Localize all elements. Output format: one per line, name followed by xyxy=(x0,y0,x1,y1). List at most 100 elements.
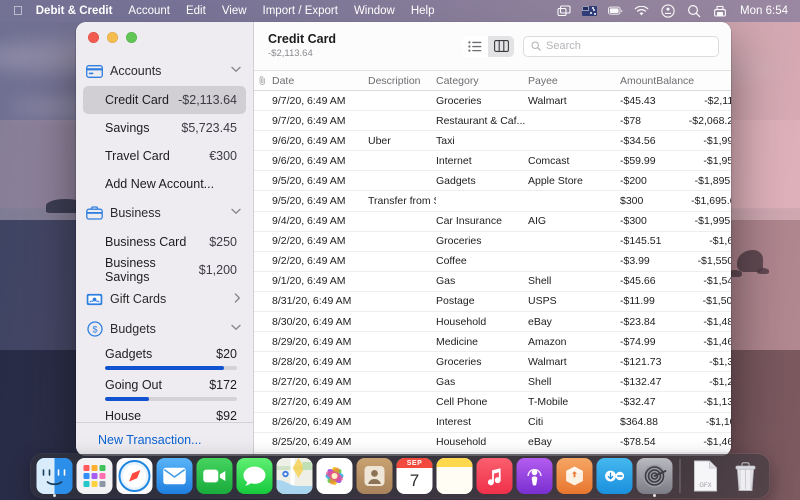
messages-icon xyxy=(243,466,266,486)
launchpad-icon xyxy=(83,465,106,487)
menu-item-import-export[interactable]: Import / Export xyxy=(255,0,346,22)
dock-item-messages[interactable] xyxy=(236,458,273,494)
table-row[interactable]: 8/25/20, 6:49 AM Household eBay -$78.54 -$1,… xyxy=(254,433,731,453)
menu-bar:  Debit & Credit Account Edit View Impor… xyxy=(0,0,800,22)
search-icon xyxy=(531,41,541,51)
wallpaper-rock xyxy=(757,268,769,274)
menu-item-view[interactable]: View xyxy=(214,0,255,22)
dock-item-music[interactable] xyxy=(476,458,513,494)
table-row[interactable]: 8/27/20, 6:49 AM Cell Phone T-Mobile -$32.4… xyxy=(254,392,731,413)
dock-item-notes[interactable] xyxy=(436,458,473,494)
transaction-list[interactable]: 9/7/20, 6:49 AM Groceries Walmart -$45.43 -$… xyxy=(254,91,731,456)
sidebar-group-accounts[interactable]: Accounts xyxy=(76,56,253,86)
sidebar-item-business-card[interactable]: Business Card $250 xyxy=(83,228,246,256)
list-view-icon[interactable] xyxy=(462,35,488,57)
new-transaction-button[interactable]: New Transaction... xyxy=(76,422,253,456)
flag-australia-icon[interactable] xyxy=(582,4,598,18)
budget-item-house[interactable]: House $92 xyxy=(83,406,246,422)
minimize-button[interactable] xyxy=(107,31,118,43)
cell-payee: eBay xyxy=(528,436,552,449)
table-row[interactable]: 8/27/20, 6:49 AM Gas Shell -$132.47 -$1,267.… xyxy=(254,372,731,393)
dock-item-system-preferences[interactable] xyxy=(636,458,673,497)
table-row[interactable]: 9/5/20, 6:49 AM Transfer from S... $300 -$1… xyxy=(254,191,731,212)
sidebar-group-business[interactable]: Business xyxy=(76,198,253,228)
table-row[interactable]: 9/2/20, 6:49 AM Groceries -$145.51 -$1,695.… xyxy=(254,232,731,252)
dock-item-photos[interactable] xyxy=(316,458,353,494)
table-row[interactable]: 9/5/20, 6:49 AM Gadgets Apple Store -$200 -$… xyxy=(254,171,731,192)
column-header-amount[interactable]: Amount xyxy=(620,75,656,87)
table-row[interactable]: 8/31/20, 6:49 AM Postage USPS -$11.99 -$1,50… xyxy=(254,292,731,313)
budget-item-gadgets[interactable]: Gadgets $20 xyxy=(83,344,246,375)
chevron-down-icon[interactable] xyxy=(231,324,241,334)
control-center-icon[interactable] xyxy=(660,4,675,18)
menu-item-window[interactable]: Window xyxy=(346,0,403,22)
dock-item-contacts[interactable] xyxy=(356,458,393,494)
table-row[interactable]: 9/4/20, 6:49 AM Car Insurance AIG -$300 -$1,… xyxy=(254,212,731,232)
cell-payee: Apple Store xyxy=(528,174,583,187)
chevron-down-icon[interactable] xyxy=(231,66,241,76)
dock-item-podcasts[interactable] xyxy=(516,458,553,494)
dock-item-safari[interactable] xyxy=(116,458,153,494)
table-row[interactable]: 9/2/20, 6:49 AM Coffee -$3.99 -$1,550.15 xyxy=(254,252,731,272)
column-header-description[interactable]: Description xyxy=(368,75,436,87)
close-button[interactable] xyxy=(88,31,99,43)
table-row[interactable]: 9/1/20, 6:49 AM Gas Shell -$45.66 -$1,546.16 xyxy=(254,272,731,292)
dock-item-finder[interactable] xyxy=(36,458,73,497)
maximize-button[interactable] xyxy=(126,31,137,43)
dock-item-facetime[interactable] xyxy=(196,458,233,494)
column-header-date[interactable]: Date xyxy=(272,75,368,87)
dock-item-calendar[interactable]: SEP 7 xyxy=(396,458,433,494)
table-row[interactable]: 9/6/20, 6:49 AM Uber Taxi -$34.56 -$1,990.21 xyxy=(254,131,731,152)
cell-payee: Walmart xyxy=(528,355,567,368)
menu-bar-clock[interactable]: Mon 6:54 xyxy=(738,5,788,17)
dock-item-maps[interactable] xyxy=(276,458,313,494)
view-mode-segmented-control[interactable] xyxy=(462,35,514,57)
sidebar-group-budgets[interactable]: $ Budgets xyxy=(76,314,253,344)
table-row[interactable]: 8/28/20, 6:49 AM Groceries Walmart -$121.73… xyxy=(254,352,731,373)
sidebar-item-add-new-account[interactable]: Add New Account... xyxy=(83,170,246,198)
column-view-icon[interactable] xyxy=(488,35,514,57)
dock-item-trash[interactable] xyxy=(728,458,764,494)
menu-item-account[interactable]: Account xyxy=(120,0,178,22)
table-row[interactable]: 9/7/20, 6:49 AM Groceries Walmart -$45.43 -$… xyxy=(254,91,731,112)
sidebar-item-travel-card[interactable]: Travel Card €300 xyxy=(83,142,246,170)
screen-mirroring-icon[interactable] xyxy=(556,4,571,18)
battery-icon[interactable] xyxy=(608,4,623,18)
apple-logo-icon[interactable]:  xyxy=(9,0,32,22)
chevron-right-icon[interactable] xyxy=(234,292,241,306)
column-header-category[interactable]: Category xyxy=(436,75,528,87)
dock-item-launchpad[interactable] xyxy=(76,458,113,494)
table-row[interactable]: 9/6/20, 6:49 AM Internet Comcast -$59.99 -$1… xyxy=(254,151,731,172)
sidebar-item-business-savings[interactable]: Business Savings $1,200 xyxy=(83,256,246,284)
wifi-icon[interactable] xyxy=(634,4,649,18)
app-store-icon xyxy=(566,466,583,486)
column-header-payee[interactable]: Payee xyxy=(528,75,620,87)
spotlight-search-icon[interactable] xyxy=(686,4,701,18)
sidebar-item-credit-card[interactable]: Credit Card -$2,113.64 xyxy=(83,86,246,114)
menu-item-edit[interactable]: Edit xyxy=(178,0,214,22)
table-row[interactable]: 8/30/20, 6:49 AM Household eBay -$23.84 -$1,… xyxy=(254,312,731,333)
dock-item-mail[interactable] xyxy=(156,458,193,494)
budget-item-going-out[interactable]: Going Out $172 xyxy=(83,375,246,406)
cell-category: Gas xyxy=(436,275,456,288)
cell-payee: Citi xyxy=(528,416,544,429)
dock-separator xyxy=(679,459,681,493)
dock-item-app-store[interactable] xyxy=(556,458,593,494)
chevron-down-icon[interactable] xyxy=(231,208,241,218)
menu-app-name[interactable]: Debit & Credit xyxy=(32,0,121,22)
cell-category: Restaurant & Caf... xyxy=(436,114,526,127)
table-row[interactable]: 9/7/20, 6:49 AM Restaurant & Caf... -$78 -$… xyxy=(254,111,731,132)
siri-icon[interactable] xyxy=(712,4,727,18)
cell-category: Medicine xyxy=(436,335,479,348)
table-row[interactable]: 8/26/20, 6:49 AM Interest Citi $364.88 -$1,1… xyxy=(254,413,731,433)
search-input[interactable]: Search xyxy=(523,35,719,57)
column-header-balance[interactable]: Balance xyxy=(656,75,731,87)
sidebar-item-savings[interactable]: Savings $5,723.45 xyxy=(83,114,246,142)
dock-item-system-update[interactable] xyxy=(596,458,633,494)
dock-item-document-file[interactable]: GFX xyxy=(688,458,724,494)
sidebar-group-gift-cards[interactable]: Gift Cards xyxy=(76,284,253,314)
table-row[interactable]: 8/29/20, 6:49 AM Medicine Amazon -$74.99 -$1… xyxy=(254,332,731,353)
menu-item-help[interactable]: Help xyxy=(403,0,443,22)
cell-category: Gas xyxy=(436,375,456,388)
trash-icon xyxy=(735,462,756,491)
